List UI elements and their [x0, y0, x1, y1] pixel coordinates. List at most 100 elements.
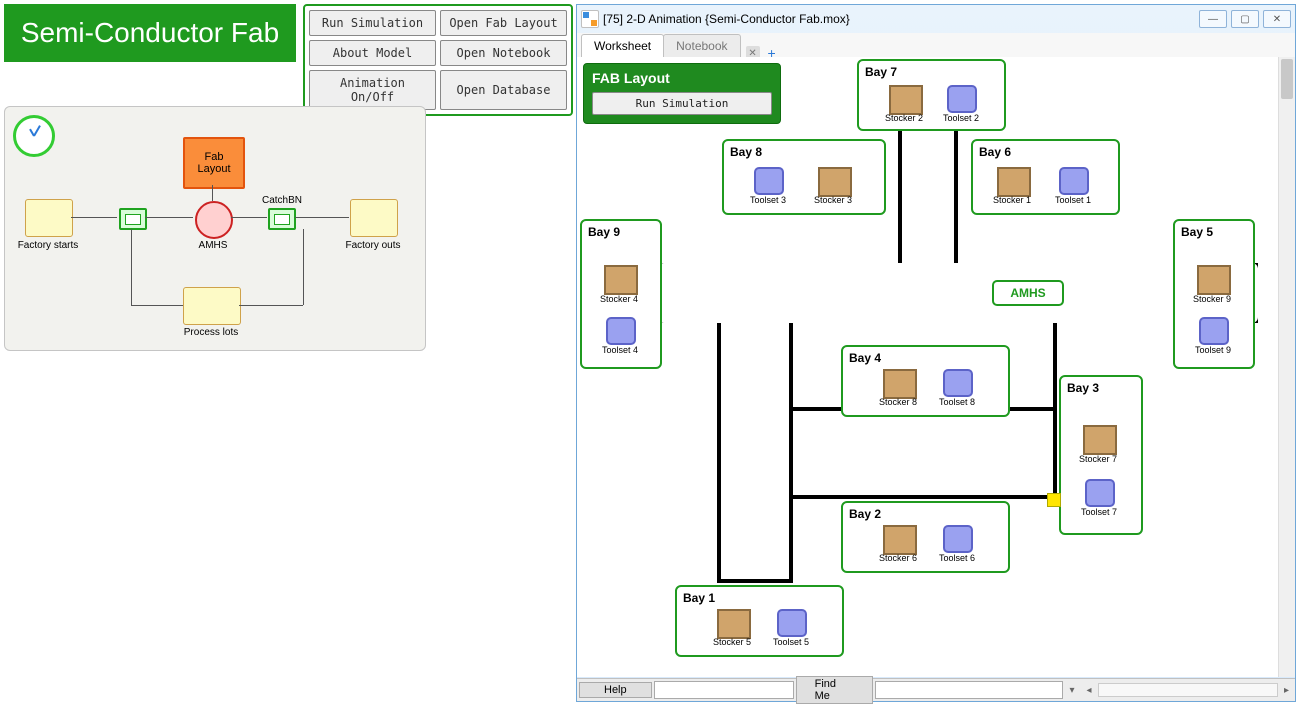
bay-4-title: Bay 4 — [843, 347, 1008, 369]
window-titlebar[interactable]: [75] 2-D Animation {Semi-Conductor Fab.m… — [577, 5, 1295, 33]
stocker-5[interactable] — [717, 609, 751, 639]
toolset-8[interactable] — [943, 369, 973, 397]
horizontal-scrollbar[interactable] — [1098, 683, 1278, 697]
toolset-3-label: Toolset 3 — [744, 195, 792, 205]
bay-9-title: Bay 9 — [582, 221, 660, 243]
stocker-1-label: Stocker 1 — [989, 195, 1035, 205]
toolset-6-label: Toolset 6 — [933, 553, 981, 563]
maximize-button[interactable]: ▢ — [1231, 10, 1259, 28]
toolset-8-label: Toolset 8 — [933, 397, 981, 407]
track — [717, 319, 721, 583]
lot-marker — [1047, 493, 1061, 507]
bay-9[interactable]: Bay 9 Stocker 4 Toolset 4 — [580, 219, 662, 369]
run-simulation-button-2[interactable]: Run Simulation — [592, 92, 772, 115]
animation-window: [75] 2-D Animation {Semi-Conductor Fab.m… — [576, 4, 1296, 702]
stocker-4[interactable] — [604, 265, 638, 295]
open-database-button[interactable]: Open Database — [440, 70, 567, 110]
status-bar: Help Find Me ▾ ◂ ▸ — [577, 678, 1295, 701]
bay-3[interactable]: Bay 3 Stocker 7 Toolset 7 — [1059, 375, 1143, 535]
track — [789, 319, 793, 583]
track — [658, 263, 1258, 267]
bay-6[interactable]: Bay 6 Stocker 1 Toolset 1 — [971, 139, 1120, 215]
connector — [212, 185, 213, 201]
connector — [303, 229, 304, 305]
connector — [131, 305, 183, 306]
help-button[interactable]: Help — [579, 682, 652, 698]
toolset-9[interactable] — [1199, 317, 1229, 345]
bay-2[interactable]: Bay 2 Stocker 6 Toolset 6 — [841, 501, 1010, 573]
track — [658, 319, 1258, 323]
toolset-9-label: Toolset 9 — [1189, 345, 1237, 355]
stocker-4-label: Stocker 4 — [596, 294, 642, 304]
connector — [295, 217, 349, 218]
animation-toggle-button[interactable]: Animation On/Off — [309, 70, 436, 110]
track — [1053, 319, 1057, 499]
stocker-3[interactable] — [818, 167, 852, 197]
toolset-6[interactable] — [943, 525, 973, 553]
factory-outs-block[interactable] — [350, 199, 398, 237]
stocker-7-label: Stocker 7 — [1075, 454, 1121, 464]
fab-layout-title: FAB Layout — [592, 70, 772, 86]
process-lots-block[interactable] — [183, 287, 241, 325]
b -2: Bay 2 — [843, 503, 1008, 525]
stocker-6[interactable] — [883, 525, 917, 555]
bay-4[interactable]: Bay 4 Stocker 8 Toolset 8 — [841, 345, 1010, 417]
open-notebook-button[interactable]: Open Notebook — [440, 40, 567, 66]
fab-layout-block[interactable]: Fab Layout — [183, 137, 245, 189]
stocker-1[interactable] — [997, 167, 1031, 197]
bay-1-title: Bay 1 — [677, 587, 842, 609]
connector — [71, 217, 117, 218]
window-title-text: [75] 2-D Animation {Semi-Conductor Fab.m… — [603, 12, 850, 26]
vertical-scrollbar[interactable] — [1278, 57, 1295, 677]
process-lots-label: Process lots — [175, 327, 247, 338]
factory-starts-label: Factory starts — [15, 240, 81, 251]
bay-1[interactable]: Bay 1 Stocker 5 Toolset 5 — [675, 585, 844, 657]
tab-worksheet[interactable]: Worksheet — [581, 34, 664, 57]
tab-notebook[interactable]: Notebook — [663, 34, 740, 57]
toolset-5[interactable] — [777, 609, 807, 637]
bay-6-title: Bay 6 — [973, 141, 1118, 163]
open-fab-layout-button[interactable]: Open Fab Layout — [440, 10, 567, 36]
bay-8[interactable]: Bay 8 Toolset 3 Stocker 3 — [722, 139, 886, 215]
stocker-3-label: Stocker 3 — [810, 195, 856, 205]
find-me-button[interactable]: Find Me — [796, 676, 873, 704]
minimize-button[interactable]: — — [1199, 10, 1227, 28]
toolset-5-label: Toolset 5 — [767, 637, 815, 647]
stocker-8[interactable] — [883, 369, 917, 399]
clock-icon — [13, 115, 55, 157]
toolset-1[interactable] — [1059, 167, 1089, 195]
connector — [131, 229, 132, 305]
dropdown-icon[interactable]: ▾ — [1069, 685, 1074, 696]
run-simulation-button[interactable]: Run Simulation — [309, 10, 436, 36]
connector — [145, 217, 193, 218]
stocker-2-label: Stocker 2 — [881, 113, 927, 123]
scroll-left-icon[interactable]: ◂ — [1087, 685, 1092, 696]
bay-5[interactable]: Bay 5 Stocker 9 Toolset 9 — [1173, 219, 1255, 369]
find-input[interactable] — [875, 681, 1063, 699]
stocker-9[interactable] — [1197, 265, 1231, 295]
stocker-5-label: Stocker 5 — [709, 637, 755, 647]
connector — [231, 217, 267, 218]
amhs-node[interactable] — [195, 201, 233, 239]
toolset-4[interactable] — [606, 317, 636, 345]
stocker-7[interactable] — [1083, 425, 1117, 455]
layout-canvas[interactable]: FAB Layout Run Simulation AMHS Bay 7 Sto… — [577, 57, 1295, 677]
stocker-2[interactable] — [889, 85, 923, 115]
search-input[interactable] — [654, 681, 794, 699]
queue-chip-1[interactable] — [119, 208, 147, 230]
toolset-4-label: Toolset 4 — [596, 345, 644, 355]
toolset-7[interactable] — [1085, 479, 1115, 507]
app-logo-icon — [581, 10, 599, 28]
close-button[interactable]: ✕ — [1263, 10, 1291, 28]
model-canvas: Fab Layout Factory starts AMHS CatchBN F… — [4, 106, 426, 351]
bay-5-title: Bay 5 — [1175, 221, 1253, 243]
amhs-loop-label: AMHS — [658, 263, 1258, 323]
toolset-3[interactable] — [754, 167, 784, 195]
bay-7[interactable]: Bay 7 Stocker 2 Toolset 2 — [857, 59, 1006, 131]
scroll-right-icon[interactable]: ▸ — [1284, 685, 1289, 696]
factory-starts-block[interactable] — [25, 199, 73, 237]
about-model-button[interactable]: About Model — [309, 40, 436, 66]
bay-7-title: Bay 7 — [859, 61, 1004, 83]
queue-chip-2[interactable] — [268, 208, 296, 230]
toolset-2[interactable] — [947, 85, 977, 113]
